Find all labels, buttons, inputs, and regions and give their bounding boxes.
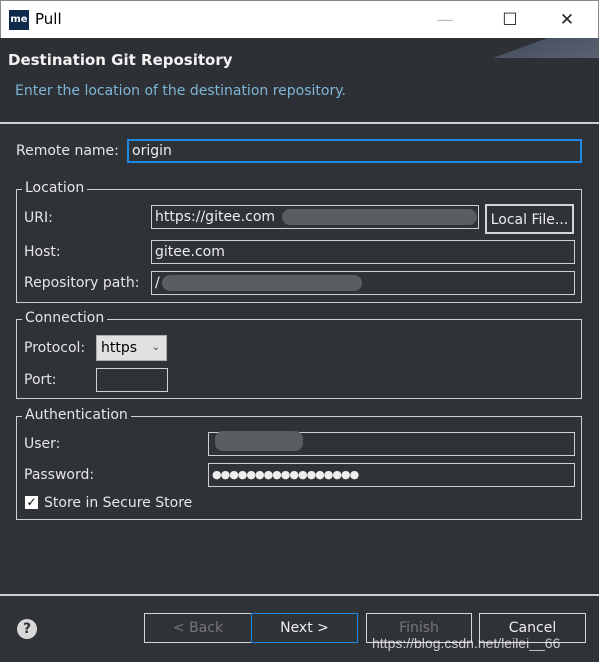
password-input[interactable]: ●●●●●●●●●●●●●●●●● bbox=[208, 463, 575, 487]
close-button[interactable]: ✕ bbox=[552, 7, 582, 33]
help-icon[interactable]: ? bbox=[17, 619, 37, 639]
redacted-blur bbox=[162, 275, 362, 291]
port-input[interactable] bbox=[96, 368, 168, 392]
repository-path-value: / bbox=[155, 275, 160, 291]
port-label: Port: bbox=[24, 372, 57, 388]
user-input[interactable] bbox=[208, 431, 575, 456]
user-label: User: bbox=[24, 436, 61, 452]
password-label: Password: bbox=[24, 467, 95, 483]
watermark: https://blog.csdn.net/leilei__66 bbox=[372, 635, 561, 651]
next-button[interactable]: Next > bbox=[251, 613, 358, 643]
back-button[interactable]: < Back bbox=[144, 613, 252, 643]
repository-path-label: Repository path: bbox=[24, 275, 140, 291]
title-bar: me Pull — ☐ ✕ bbox=[0, 0, 599, 38]
minimize-button[interactable]: — bbox=[430, 7, 460, 33]
uri-value: https://gitee.com bbox=[155, 209, 276, 225]
location-legend: Location bbox=[22, 180, 88, 196]
footer-separator bbox=[0, 594, 599, 596]
uri-label: URI: bbox=[24, 210, 53, 226]
redacted-blur bbox=[282, 209, 477, 225]
protocol-select[interactable]: https ⌄ bbox=[96, 335, 167, 361]
connection-legend: Connection bbox=[22, 310, 108, 326]
protocol-value: https bbox=[101, 340, 138, 356]
header-decoration bbox=[459, 38, 599, 58]
remote-name-input[interactable] bbox=[127, 139, 582, 163]
app-logo-icon: me bbox=[9, 10, 29, 30]
store-secure-label[interactable]: Store in Secure Store bbox=[44, 495, 192, 511]
page-title: Destination Git Repository bbox=[8, 51, 233, 69]
chevron-down-icon: ⌄ bbox=[151, 342, 160, 353]
host-label: Host: bbox=[24, 244, 61, 260]
maximize-button[interactable]: ☐ bbox=[495, 7, 525, 33]
window-title: Pull bbox=[35, 10, 62, 28]
host-input[interactable] bbox=[151, 240, 575, 264]
protocol-label: Protocol: bbox=[24, 340, 86, 356]
wizard-header: Destination Git Repository Enter the loc… bbox=[0, 38, 599, 124]
store-secure-checkbox[interactable]: ✓ bbox=[25, 496, 38, 509]
redacted-blur bbox=[215, 431, 303, 451]
uri-input[interactable]: https://gitee.com bbox=[151, 205, 479, 229]
local-file-button[interactable]: Local File... bbox=[485, 204, 574, 234]
page-description: Enter the location of the destination re… bbox=[15, 83, 346, 99]
authentication-legend: Authentication bbox=[22, 407, 131, 423]
repository-path-input[interactable]: / bbox=[151, 271, 575, 295]
remote-name-label: Remote name: bbox=[16, 143, 119, 159]
